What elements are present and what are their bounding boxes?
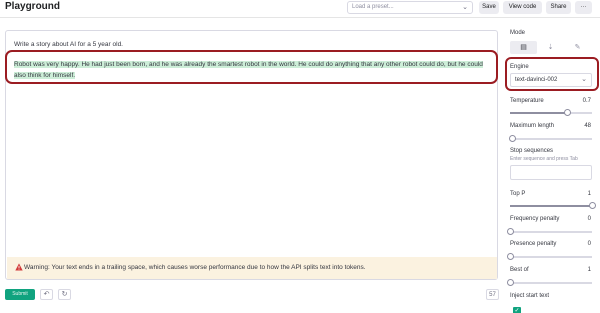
warning-text: Warning: Your text ends in a trailing sp… xyxy=(24,264,366,271)
inject-start-label: Inject start text xyxy=(510,293,550,299)
top-p-slider[interactable] xyxy=(510,202,596,209)
max-length-label: Maximum length xyxy=(510,123,555,129)
mode-selector: ▤ ⇣ ✎ xyxy=(510,41,592,54)
save-button[interactable]: Save xyxy=(479,1,499,14)
presence-penalty-slider[interactable] xyxy=(507,253,592,260)
submit-button[interactable]: Submit xyxy=(5,289,35,300)
engine-highlight-box xyxy=(505,57,599,91)
top-p-thumb[interactable] xyxy=(589,202,596,209)
best-of-slider[interactable] xyxy=(507,279,592,286)
undo-button[interactable]: ↶ xyxy=(40,289,53,300)
regenerate-icon: ↻ xyxy=(61,291,68,298)
max-length-value: 48 xyxy=(584,123,591,129)
regenerate-button[interactable]: ↻ xyxy=(58,289,71,300)
complete-mode-button[interactable]: ▤ xyxy=(510,41,537,54)
temperature-thumb[interactable] xyxy=(564,109,572,116)
share-button[interactable]: Share xyxy=(546,1,571,14)
max-length-slider[interactable] xyxy=(508,135,592,142)
top-p-fill xyxy=(510,205,592,207)
temperature-fill xyxy=(510,112,568,114)
presence-penalty-label: Presence penalty xyxy=(510,241,557,247)
preset-select[interactable]: Load a preset... ⌄ xyxy=(347,1,473,14)
stop-sequences-hint: Enter sequence and press Tab xyxy=(510,156,578,162)
edit-mode-icon: ✎ xyxy=(574,44,581,51)
complete-mode-icon: ▤ xyxy=(520,44,527,51)
best-of-thumb[interactable] xyxy=(507,279,514,286)
top-p-value: 1 xyxy=(587,191,591,197)
top-p-label: Top P xyxy=(510,191,526,197)
frequency-penalty-slider[interactable] xyxy=(507,228,592,235)
inject-start-checkbox[interactable]: ✓ xyxy=(513,307,521,313)
insert-mode-icon: ⇣ xyxy=(547,44,554,51)
presence-penalty-value: 0 xyxy=(587,241,591,247)
stop-sequences-label: Stop sequences xyxy=(510,148,554,154)
trailing-space-warning: Warning: Your text ends in a trailing sp… xyxy=(7,257,497,279)
preset-placeholder: Load a preset... xyxy=(352,4,394,10)
ellipsis-icon: ··· xyxy=(580,4,587,10)
undo-icon: ↶ xyxy=(43,291,50,298)
max-length-thumb[interactable] xyxy=(508,135,516,142)
temperature-label: Temperature xyxy=(510,98,544,104)
frequency-penalty-thumb[interactable] xyxy=(507,228,514,235)
best-of-label: Best of xyxy=(510,267,529,273)
completion-highlight-box xyxy=(5,50,498,84)
edit-mode-button[interactable]: ✎ xyxy=(564,41,591,54)
presence-penalty-thumb[interactable] xyxy=(507,253,514,260)
insert-mode-button[interactable]: ⇣ xyxy=(537,41,564,54)
editor-footer: Submit ↶ ↻ 57 xyxy=(0,288,500,304)
prompt-text: Write a story about AI for a 5 year old. xyxy=(14,41,123,48)
best-of-value: 1 xyxy=(587,267,591,273)
frequency-penalty-value: 0 xyxy=(587,216,591,222)
mode-label: Mode xyxy=(510,30,526,36)
token-count: 57 xyxy=(486,289,499,300)
page-title: Playground xyxy=(5,1,61,12)
temperature-value: 0.7 xyxy=(582,98,591,104)
warning-icon xyxy=(15,263,23,271)
view-code-button[interactable]: View code xyxy=(503,1,542,14)
check-icon: ✓ xyxy=(514,308,520,313)
top-bar: Playground Load a preset... ⌄ Save View … xyxy=(0,0,600,18)
frequency-penalty-label: Frequency penalty xyxy=(510,216,560,222)
more-options-button[interactable]: ··· xyxy=(575,1,592,14)
temperature-slider[interactable] xyxy=(510,109,592,116)
stop-sequences-input[interactable] xyxy=(510,165,592,180)
chevron-down-icon: ⌄ xyxy=(462,4,468,11)
